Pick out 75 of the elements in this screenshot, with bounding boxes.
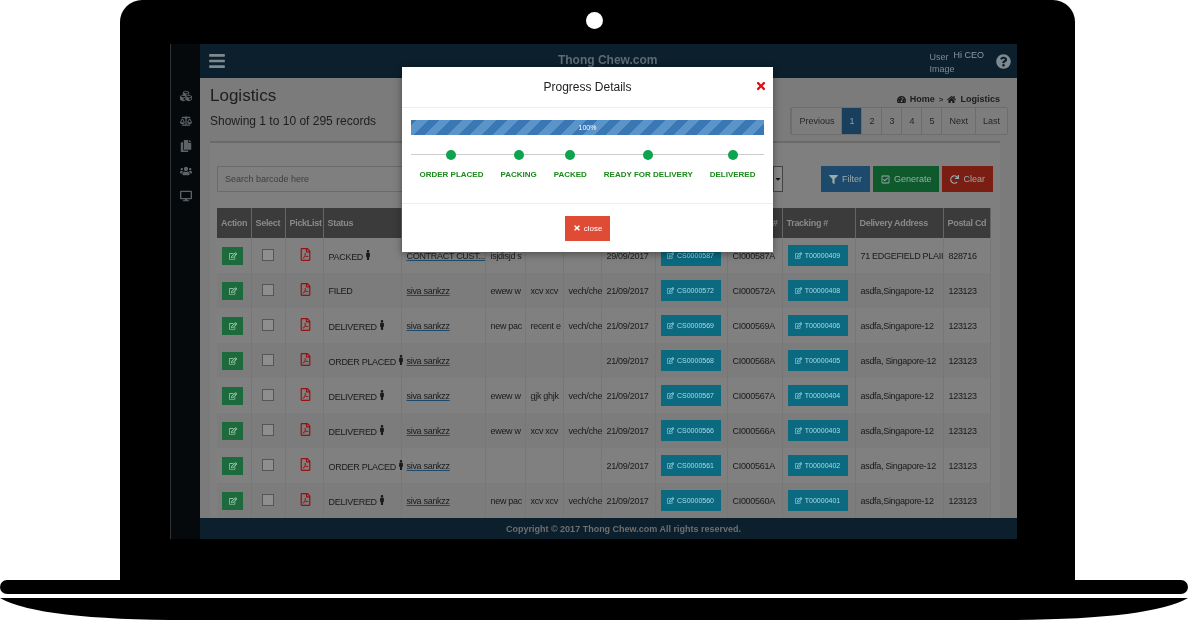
table-cell: ewew w <box>490 425 521 436</box>
table-cell: xcv xcv <box>530 285 558 296</box>
table-cell: isjdisjd s <box>490 250 522 261</box>
postal-cell: 123123 <box>948 425 977 436</box>
table-cell: vech/che <box>568 320 603 331</box>
postal-cell: 123123 <box>948 460 977 471</box>
step-label: DELIVERED <box>709 170 756 179</box>
invoice-cell: CI000567A <box>732 390 775 401</box>
table-cell: ewew w <box>490 285 521 296</box>
step-label: PACKING <box>500 170 537 179</box>
date-cell: 21/09/2017 <box>606 425 649 436</box>
brand-name: Thong Chew.com <box>556 53 659 68</box>
date-cell: 21/09/2017 <box>606 390 649 401</box>
date-cell: 21/09/2017 <box>606 285 649 296</box>
invoice-cell: CI000566A <box>732 425 775 436</box>
column-header: Delivery Address <box>855 208 943 239</box>
invoice-cell: CI000572A <box>732 285 775 296</box>
column-header: PickList <box>285 208 323 239</box>
user-image: User Image <box>929 52 952 76</box>
invoice-cell: CI000587A <box>732 250 775 261</box>
table-cell: vech/che <box>568 425 603 436</box>
table-cell: xcv xcv <box>530 425 558 436</box>
date-cell: 29/09/2017 <box>606 250 649 261</box>
postal-cell: 123123 <box>948 355 977 366</box>
column-header: Status <box>323 208 401 239</box>
column-header: Postal Cd <box>943 208 990 239</box>
column-header: Action <box>217 208 251 239</box>
status-text: DELIVERED <box>328 391 377 402</box>
status-text: ORDER PLACED <box>328 356 396 367</box>
table-cell: vech/che <box>568 285 603 296</box>
step-label: ORDER PLACED <box>419 170 484 179</box>
step-label: READY FOR DELIVERY <box>603 170 693 179</box>
date-cell: 21/09/2017 <box>606 495 649 506</box>
address-cell: asdfa,Singapore-12 <box>860 285 934 296</box>
table-cell: vech/che <box>568 495 603 506</box>
status-text: FILED <box>328 285 353 296</box>
column-header: Tracking # <box>782 208 855 239</box>
address-cell: 71 EDGEFIELD PLAII <box>860 250 944 261</box>
table-cell: xcv xcv <box>530 495 558 506</box>
status-text: DELIVERED <box>328 321 377 332</box>
status-text: ORDER PLACED <box>328 461 396 472</box>
column-header: Select <box>251 208 285 239</box>
date-cell: 21/09/2017 <box>606 320 649 331</box>
postal-cell: 123123 <box>948 495 977 506</box>
step-label: PACKED <box>553 170 587 179</box>
dialog-title: Progress Details <box>543 80 632 94</box>
date-cell: 21/09/2017 <box>606 460 649 471</box>
status-text: DELIVERED <box>328 426 377 437</box>
records-summary: Showing 1 to 10 of 295 records <box>210 114 377 129</box>
invoice-cell: CI000561A <box>732 460 775 471</box>
invoice-cell: CI000568A <box>732 355 775 366</box>
address-cell: asdfa,Singapore-12 <box>860 425 934 436</box>
address-cell: asdfa,Singapore-12 <box>860 390 934 401</box>
page-title: Logistics <box>210 86 277 107</box>
invoice-cell: CI000569A <box>732 320 775 331</box>
address-cell: asdfa, Singapore-12 <box>860 355 936 366</box>
postal-cell: 123123 <box>948 390 977 401</box>
status-text: DELIVERED <box>328 496 377 507</box>
table-cell: ewew w <box>490 390 521 401</box>
table-cell: new pac <box>490 320 522 331</box>
invoice-cell: CI000560A <box>732 495 775 506</box>
address-cell: asdfa,Singapore-12 <box>860 320 934 331</box>
table-cell: new pac <box>490 495 522 506</box>
postal-cell: 123123 <box>948 285 977 296</box>
postal-cell: 828716 <box>948 250 977 261</box>
breadcrumb-separator: > <box>938 94 944 104</box>
table-cell: gjk ghjk <box>530 390 559 401</box>
table-cell: recent e <box>530 320 561 331</box>
table-cell: vech/che <box>568 390 603 401</box>
status-text: PACKED <box>328 251 364 262</box>
postal-cell: 123123 <box>948 320 977 331</box>
copyright-footer: Copyright © 2017 Thong Chew.com All rights reserved. <box>200 518 1017 539</box>
date-cell: 21/09/2017 <box>606 355 649 366</box>
address-cell: asdfa,Singapore-12 <box>860 495 934 506</box>
address-cell: asdfa, Singapore-12 <box>860 460 936 471</box>
